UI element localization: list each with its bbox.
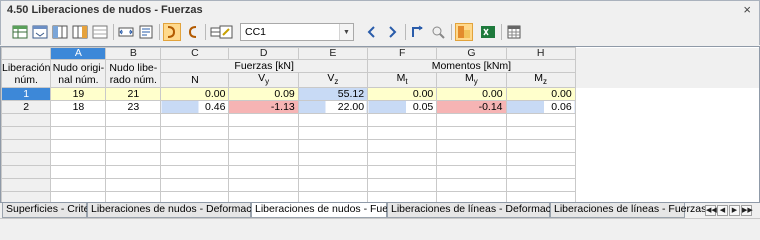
tab-liberaciones-lineas-deformaciones[interactable]: Liberaciones de líneas - Deformaciones [387,203,576,218]
row-number[interactable]: 2 [1,100,52,115]
table-row[interactable]: 2 18 23 0.46 -1.13 22.00 0.05 -0.14 0.06 [1,100,759,115]
corner-cell[interactable] [1,47,52,60]
first-tab-icon[interactable]: ◀◀ [705,205,717,216]
cell-vz[interactable]: 55.12 [297,87,369,102]
columns-left-icon[interactable] [51,23,69,41]
column-header-released-node: Nudo libe-rado núm. [105,58,162,89]
last-tab-icon[interactable]: ▶▶ [741,205,753,216]
row-filler [575,100,759,114]
cell-mt[interactable]: 0.05 [367,100,438,115]
tab-liberaciones-nudos-fuerzas[interactable]: Liberaciones de nudos - Fuerzas [251,203,408,218]
col-b-title-line2: rado núm. [109,73,157,86]
col-b-title-line1: Nudo libe- [109,61,158,74]
column-header-vz: Vz [297,71,369,89]
tab-liberaciones-nudos-deformaciones[interactable]: Liberaciones de nudos - Deformaciones [87,203,277,218]
previous-tab-icon[interactable]: ◀ [717,205,728,216]
close-icon[interactable]: × [743,2,751,17]
filter-alt-icon[interactable] [163,23,181,41]
cell-n[interactable]: 0.00 [160,87,230,102]
tab-liberaciones-lineas-fuerzas[interactable]: Liberaciones de líneas - Fuerzas [550,203,706,218]
delete-row-icon[interactable] [117,23,135,41]
column-letter-g[interactable]: G [436,47,507,60]
cell-released-node[interactable]: 21 [105,87,162,102]
insert-row-icon[interactable] [91,23,109,41]
row-header-title-line2: núm. [14,73,38,86]
next-tab-icon[interactable]: ▶ [729,205,740,216]
group-header-forces: Fuerzas [kN] [160,59,369,73]
cell-vy[interactable]: -1.13 [228,100,299,115]
row-header-title: Liberación núm. [1,58,52,89]
status-bar [0,218,760,236]
row-number[interactable]: 1 [1,87,52,102]
previous-icon[interactable] [363,23,381,41]
tab-superficies-criterio[interactable]: Superficies - Criterio [2,203,101,218]
row-header-title-line1: Liberación [2,61,51,74]
row-filler [575,87,759,101]
col-a-title-line2: nal núm. [58,73,99,86]
loadcase-select[interactable]: CC1 ▼ [240,23,354,41]
column-header-my: My [436,71,507,89]
table-export-icon[interactable] [11,23,29,41]
pointer-icon[interactable] [217,23,235,41]
column-header-mt: Mt [367,71,438,89]
table-settings-icon[interactable] [505,23,523,41]
cell-my[interactable]: 0.00 [436,87,507,102]
loadcase-value: CC1 [245,26,267,38]
excel-icon[interactable] [455,23,473,41]
cell-released-node[interactable]: 23 [105,100,162,115]
cell-n[interactable]: 0.46 [160,100,230,115]
column-letter-f[interactable]: F [367,47,438,60]
header-filler-2 [575,59,759,88]
cell-mz[interactable]: 0.06 [505,100,576,115]
group-header-moments: Momentos [kNm] [367,59,576,73]
options-icon[interactable] [183,23,201,41]
calculator-icon[interactable] [479,23,497,41]
next-icon[interactable] [383,23,401,41]
filter-icon[interactable] [137,23,155,41]
col-a-title-line1: Nudo origi- [52,61,105,74]
window-titlebar: 4.50 Liberaciones de nudos - Fuerzas × [0,0,760,20]
cell-vy[interactable]: 0.09 [228,87,299,102]
column-header-original-node: Nudo origi-nal núm. [50,58,107,89]
cell-original-node[interactable]: 18 [50,100,107,115]
column-letter-c[interactable]: C [160,47,230,60]
column-letter-e[interactable]: E [297,47,369,60]
column-letter-d[interactable]: D [228,47,299,60]
column-letter-b[interactable]: B [105,47,162,60]
header-filler [575,47,759,60]
columns-right-icon[interactable] [71,23,89,41]
results-table: A B C D E F G H Liberación núm. Nudo orig… [0,46,760,203]
cell-mz[interactable]: 0.00 [505,87,576,102]
column-header-vy: Vy [228,71,299,89]
cell-mt[interactable]: 0.00 [367,87,438,102]
table-import-icon[interactable] [31,23,49,41]
column-header-n: N [160,71,230,89]
sheet-tabs: Superficies - Criterio Liberaciones de n… [0,203,760,218]
column-letter-h[interactable]: H [505,47,576,60]
cell-original-node[interactable]: 19 [50,87,107,102]
cell-vz[interactable]: 22.00 [297,100,369,115]
table-row[interactable]: 1 19 21 0.00 0.09 55.12 0.00 0.00 0.00 [1,87,759,102]
toolbar: CC1 ▼ [0,20,760,45]
column-header-mz: Mz [505,71,576,89]
view-icon[interactable] [409,23,427,41]
chevron-down-icon[interactable]: ▼ [339,24,353,40]
color-scale-icon[interactable] [429,23,447,41]
window-title: 4.50 Liberaciones de nudos - Fuerzas [7,4,203,16]
column-letter-a[interactable]: A [50,47,107,60]
cell-my[interactable]: -0.14 [436,100,507,115]
